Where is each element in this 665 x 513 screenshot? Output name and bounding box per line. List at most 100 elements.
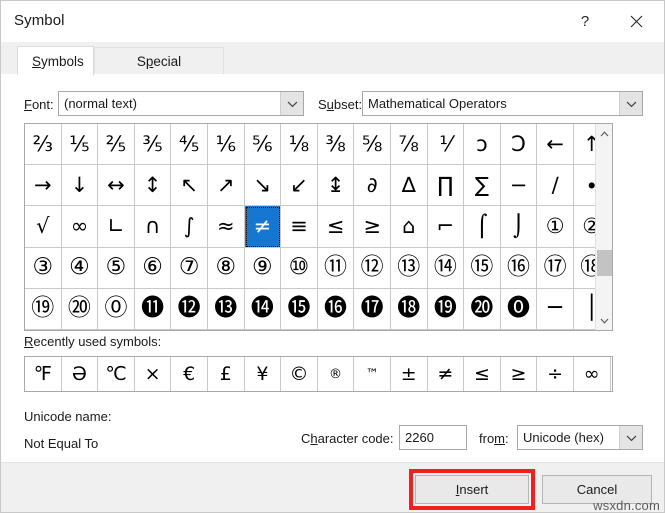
- from-combobox[interactable]: Unicode (hex): [517, 425, 643, 450]
- symbol-cell[interactable]: ∟: [98, 206, 135, 248]
- symbol-cell[interactable]: √: [25, 206, 62, 248]
- symbol-cell[interactable]: ⅖: [98, 124, 135, 166]
- recent-symbol-cell[interactable]: ÷: [537, 357, 574, 391]
- symbol-cell[interactable]: ∫: [171, 206, 208, 248]
- symbol-cell[interactable]: ─: [537, 288, 574, 330]
- scroll-up-icon[interactable]: [596, 125, 612, 142]
- help-icon[interactable]: ?: [563, 1, 607, 42]
- symbol-cell[interactable]: ⑤: [98, 247, 135, 289]
- tab-symbols[interactable]: Symbols: [17, 46, 94, 76]
- recent-symbol-cell[interactable]: ℉: [25, 357, 62, 391]
- symbol-cell[interactable]: ⑨: [244, 247, 282, 289]
- symbol-cell[interactable]: ⑥: [134, 247, 172, 289]
- symbol-grid-scrollbar[interactable]: [595, 124, 612, 330]
- recent-symbol-cell[interactable]: ≤: [464, 357, 501, 391]
- symbol-cell[interactable]: ↄ: [464, 124, 501, 166]
- symbol-cell[interactable]: ⅟: [427, 124, 465, 166]
- symbol-cell[interactable]: ⑰: [537, 247, 574, 289]
- symbol-cell[interactable]: ∑: [464, 165, 501, 207]
- recent-symbol-cell[interactable]: ®: [318, 357, 355, 391]
- symbol-cell[interactable]: ⌂: [390, 206, 428, 248]
- character-code-input[interactable]: 2260: [399, 425, 467, 450]
- symbol-cell[interactable]: ↘: [244, 165, 282, 207]
- recent-symbol-cell[interactable]: ©: [281, 357, 318, 391]
- recent-symbol-cell[interactable]: ¥: [245, 357, 282, 391]
- subset-combobox[interactable]: Mathematical Operators: [362, 91, 643, 116]
- close-icon[interactable]: [614, 1, 658, 42]
- symbol-cell[interactable]: ∆: [390, 165, 428, 207]
- symbol-cell[interactable]: ⑯: [500, 247, 538, 289]
- symbol-cell[interactable]: ④: [61, 247, 99, 289]
- symbol-cell[interactable]: ↕: [134, 165, 172, 207]
- scroll-down-icon[interactable]: [596, 312, 612, 329]
- recent-symbol-cell[interactable]: ×: [135, 357, 172, 391]
- scrollbar-thumb[interactable]: [597, 250, 612, 276]
- symbol-cell[interactable]: ⑪: [317, 247, 355, 289]
- symbol-cell[interactable]: ⓰: [317, 288, 355, 330]
- symbol-cell[interactable]: ↨: [317, 165, 355, 207]
- symbol-cell[interactable]: ⌡: [500, 206, 538, 248]
- recent-symbol-cell[interactable]: Ə: [62, 357, 99, 391]
- symbol-cell[interactable]: ∕: [537, 165, 574, 207]
- symbol-cell[interactable]: ⓲: [390, 288, 428, 330]
- symbol-cell[interactable]: ⅞: [390, 124, 428, 166]
- symbol-cell[interactable]: ⓯: [281, 288, 318, 330]
- recent-symbol-cell[interactable]: ≥: [501, 357, 538, 391]
- symbol-cell[interactable]: ⑲: [25, 288, 62, 330]
- symbol-cell[interactable]: ≤: [317, 206, 355, 248]
- symbol-cell[interactable]: ↖: [171, 165, 208, 207]
- symbol-cell[interactable]: ⑮: [464, 247, 501, 289]
- recent-symbol-cell[interactable]: ℃: [98, 357, 135, 391]
- chevron-down-icon[interactable]: [619, 426, 642, 449]
- symbol-cell[interactable]: ≈: [207, 206, 245, 248]
- symbol-cell[interactable]: ⓭: [207, 288, 245, 330]
- chevron-down-icon[interactable]: [619, 92, 642, 115]
- symbol-cell[interactable]: ⓱: [354, 288, 391, 330]
- symbol-cell[interactable]: ↓: [61, 165, 99, 207]
- symbol-cell[interactable]: ⌠: [464, 206, 501, 248]
- symbol-cell[interactable]: ≠: [244, 206, 282, 248]
- recent-symbol-cell[interactable]: ™: [354, 357, 391, 391]
- symbol-cell[interactable]: ∏: [427, 165, 465, 207]
- tab-special-characters[interactable]: Special Characters: [94, 47, 224, 97]
- symbol-cell[interactable]: ⅔: [25, 124, 62, 166]
- symbol-cell[interactable]: ③: [25, 247, 62, 289]
- recent-symbol-cell[interactable]: ≠: [428, 357, 465, 391]
- symbol-cell[interactable]: ↔: [98, 165, 135, 207]
- recently-used-symbols[interactable]: ℉ Ə ℃ × € £ ¥ © ® ™ ± ≠ ≤ ≥ ÷ ∞: [24, 356, 613, 392]
- symbol-cell[interactable]: ↙: [281, 165, 318, 207]
- symbol-cell[interactable]: ⑫: [354, 247, 391, 289]
- symbol-cell[interactable]: ≥: [354, 206, 391, 248]
- recent-symbol-cell[interactable]: ∞: [574, 357, 611, 391]
- symbol-cell[interactable]: ⓳: [427, 288, 465, 330]
- symbol-cell[interactable]: ∞: [61, 206, 99, 248]
- symbol-grid[interactable]: ⅔ ⅕ ⅖ ⅗ ⅘ ⅙ ⅚ ⅛ ⅜ ⅝ ⅞ ⅟ ↄ Ↄ ← ↑ → ↓ ↔ ↕ ↖ ↗ ↘ ↙ ↨ ∂ ∆ ∏ ∑ − ∕ ∙ √ ∞ ∟ ∩ ∫ ≈ ≠ ≡…: [24, 123, 613, 331]
- recent-symbol-cell[interactable]: €: [171, 357, 208, 391]
- font-combobox[interactable]: (normal text): [58, 91, 304, 116]
- symbol-cell[interactable]: ⑭: [427, 247, 465, 289]
- symbol-cell[interactable]: ⓴: [464, 288, 501, 330]
- symbol-cell[interactable]: ⑳: [61, 288, 99, 330]
- symbol-cell[interactable]: ∂: [354, 165, 391, 207]
- symbol-cell[interactable]: ⅘: [171, 124, 208, 166]
- symbol-cell[interactable]: ⅛: [281, 124, 318, 166]
- symbol-cell[interactable]: ⓮: [244, 288, 282, 330]
- symbol-cell[interactable]: ⑦: [171, 247, 208, 289]
- symbol-cell[interactable]: Ↄ: [500, 124, 538, 166]
- chevron-down-icon[interactable]: [280, 92, 303, 115]
- symbol-cell[interactable]: ↗: [207, 165, 245, 207]
- symbol-cell[interactable]: ⅕: [61, 124, 99, 166]
- symbol-cell[interactable]: ⅚: [244, 124, 282, 166]
- symbol-cell[interactable]: −: [500, 165, 538, 207]
- symbol-cell[interactable]: ⓪: [98, 288, 135, 330]
- symbol-cell[interactable]: ⑩: [281, 247, 318, 289]
- symbol-cell[interactable]: ⌐: [427, 206, 465, 248]
- symbol-cell[interactable]: ⅜: [317, 124, 355, 166]
- symbol-cell[interactable]: ⅝: [354, 124, 391, 166]
- symbol-cell[interactable]: ⓿: [500, 288, 538, 330]
- symbol-cell[interactable]: ①: [537, 206, 574, 248]
- symbol-cell[interactable]: ⓫: [134, 288, 172, 330]
- symbol-cell[interactable]: ⑬: [390, 247, 428, 289]
- symbol-cell[interactable]: ⅙: [207, 124, 245, 166]
- symbol-cell[interactable]: ⓬: [171, 288, 208, 330]
